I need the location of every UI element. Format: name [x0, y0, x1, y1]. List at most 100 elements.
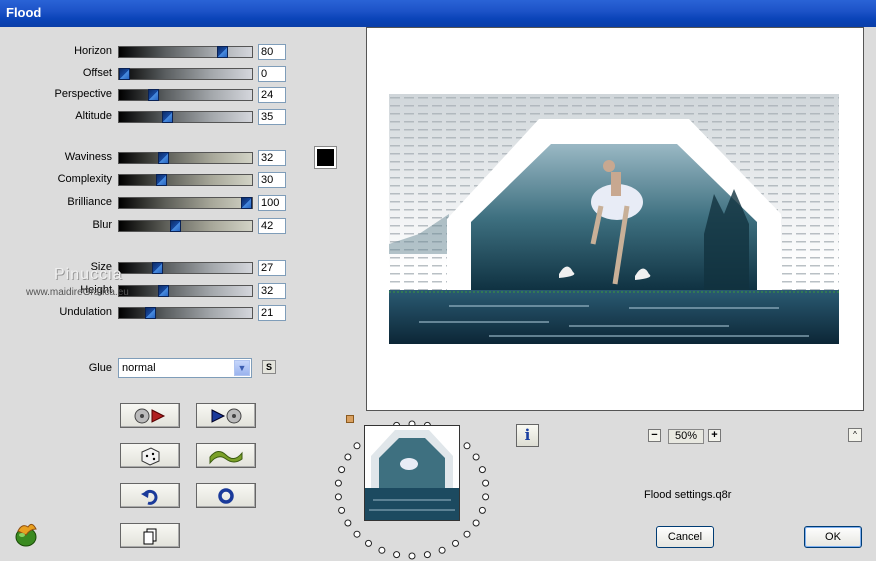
navigator-dot	[408, 552, 416, 560]
undulation-label: Undulation	[59, 306, 112, 318]
navigator-dot	[334, 493, 342, 501]
zoom-in-button[interactable]: +	[708, 429, 721, 442]
size-value-input[interactable]: 27	[258, 260, 286, 276]
wave-button[interactable]	[196, 443, 256, 468]
load-preset-icon	[134, 408, 166, 423]
navigator-dot	[338, 466, 346, 474]
navigator-dot	[334, 479, 342, 487]
height-value-input[interactable]: 32	[258, 283, 286, 299]
navigator-dot	[344, 519, 352, 527]
navigator-image	[365, 426, 459, 520]
watermark-name: Pinuccia	[54, 266, 123, 283]
perspective-value-input[interactable]: 24	[258, 87, 286, 103]
glue-s-button[interactable]: S	[262, 360, 276, 374]
complexity-value-input[interactable]: 30	[258, 172, 286, 188]
altitude-slider[interactable]	[118, 111, 253, 123]
navigator-dot	[472, 453, 480, 461]
brilliance-slider-thumb[interactable]	[241, 197, 252, 209]
reset-button[interactable]	[196, 483, 256, 508]
zoom-out-button[interactable]: −	[648, 429, 661, 442]
waviness-slider-thumb[interactable]	[158, 152, 169, 164]
complexity-slider-thumb[interactable]	[156, 174, 167, 186]
flaming-pear-logo-icon	[15, 523, 37, 547]
altitude-label: Altitude	[75, 110, 112, 122]
horizon-slider-thumb[interactable]	[217, 46, 228, 58]
waviness-value-input[interactable]: 32	[258, 150, 286, 166]
navigator-dot	[472, 519, 480, 527]
ok-button[interactable]: OK	[804, 526, 862, 548]
blur-slider[interactable]	[118, 220, 253, 232]
perspective-slider-thumb[interactable]	[148, 89, 159, 101]
glue-label: Glue	[88, 362, 112, 374]
navigator-dot	[452, 539, 459, 547]
flood-color-swatch[interactable]	[314, 146, 337, 169]
offset-label: Offset	[82, 67, 112, 79]
navigator-dot	[393, 551, 401, 559]
copy-button[interactable]	[120, 523, 180, 548]
complexity-label: Complexity	[57, 173, 112, 185]
random-button[interactable]	[120, 443, 180, 468]
title-bar[interactable]: Flood	[0, 0, 876, 27]
size-slider-thumb[interactable]	[152, 262, 163, 274]
zoom-level: 50%	[668, 429, 704, 444]
navigator-dot	[344, 453, 352, 461]
navigator-dot	[338, 506, 346, 514]
perspective-label: Perspective	[54, 88, 112, 100]
undo-icon	[141, 489, 158, 505]
horizon-value-input[interactable]: 80	[258, 44, 286, 60]
preview-pane[interactable]	[366, 27, 864, 411]
waviness-slider[interactable]	[118, 152, 253, 164]
navigator-thumbnail[interactable]	[364, 425, 460, 521]
navigator-dot	[353, 530, 361, 538]
blur-slider-thumb[interactable]	[170, 220, 181, 232]
perspective-slider[interactable]	[118, 89, 253, 101]
blur-value-input[interactable]: 42	[258, 218, 286, 234]
size-slider[interactable]	[118, 262, 253, 274]
blur-label: Blur	[92, 219, 112, 231]
brilliance-value-input[interactable]: 100	[258, 195, 286, 211]
glue-select[interactable]: normal ▼	[118, 358, 252, 378]
navigator-dot	[423, 551, 431, 559]
offset-slider[interactable]	[118, 68, 253, 80]
info-button[interactable]: i	[516, 424, 539, 447]
wave-icon	[209, 450, 243, 464]
height-slider-thumb[interactable]	[158, 285, 169, 297]
copy-icon	[143, 528, 157, 544]
undulation-slider-thumb[interactable]	[145, 307, 156, 319]
window-title: Flood	[6, 5, 42, 20]
altitude-slider-thumb[interactable]	[162, 111, 173, 123]
undulation-slider[interactable]	[118, 307, 253, 319]
offset-value-input[interactable]: 0	[258, 66, 286, 82]
navigator-dot	[463, 442, 471, 450]
horizon-label: Horizon	[74, 45, 112, 57]
navigator-dot	[478, 506, 486, 514]
navigator-dot	[482, 479, 490, 487]
cancel-button[interactable]: Cancel	[656, 526, 714, 548]
reset-icon	[218, 487, 234, 504]
horizon-slider[interactable]	[118, 46, 253, 58]
height-slider[interactable]	[118, 285, 253, 297]
save-preset-icon	[211, 408, 242, 423]
collapse-button[interactable]: ^	[848, 428, 862, 442]
navigator-dot	[438, 546, 446, 554]
save-preset-button[interactable]	[196, 403, 256, 428]
glue-selected-value: normal	[122, 362, 156, 374]
load-preset-button[interactable]	[120, 403, 180, 428]
watermark-url: www.maidireGrafica.eu	[26, 287, 129, 298]
navigator-dot	[463, 530, 471, 538]
undo-button[interactable]	[120, 483, 180, 508]
offset-slider-thumb[interactable]	[119, 68, 130, 80]
random-dice-icon	[141, 446, 160, 466]
navigator-dot	[478, 466, 486, 474]
brilliance-slider[interactable]	[118, 197, 253, 209]
altitude-value-input[interactable]: 35	[258, 109, 286, 125]
navigator-dot	[365, 539, 372, 547]
chevron-down-icon[interactable]: ▼	[234, 360, 250, 376]
navigator-dot	[482, 493, 490, 501]
brilliance-label: Brilliance	[67, 196, 112, 208]
preview-image	[389, 94, 839, 344]
undulation-value-input[interactable]: 21	[258, 305, 286, 321]
navigator-dot	[378, 546, 386, 554]
complexity-slider[interactable]	[118, 174, 253, 186]
settings-filename: Flood settings.q8r	[644, 489, 732, 501]
